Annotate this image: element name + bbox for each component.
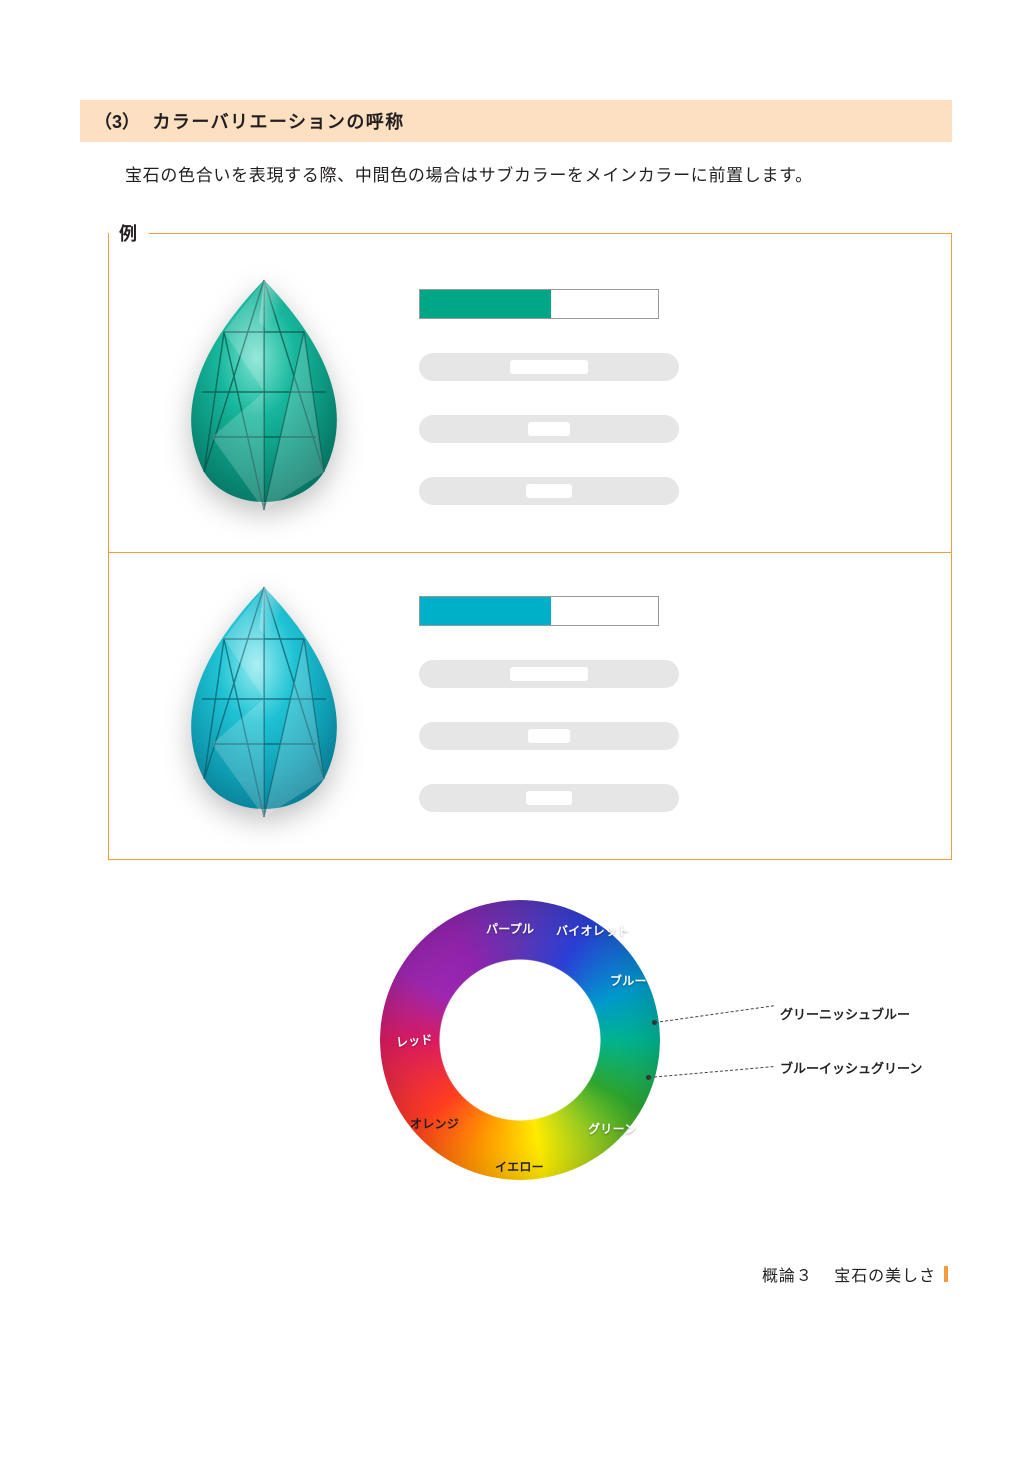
masked-label (419, 353, 679, 381)
swatch-primary (420, 597, 551, 625)
masked-label (419, 477, 679, 505)
section-heading: （3） カラーバリエーションの呼称 (80, 100, 952, 142)
page-footer: 概論３ 宝石の美しさ (762, 1262, 948, 1286)
callout-line (655, 1006, 774, 1024)
masked-label (419, 784, 679, 812)
swatch-primary (420, 290, 551, 318)
gem-image-bluish-green (149, 272, 379, 522)
example-row (109, 246, 951, 552)
section-title: カラーバリエーションの呼称 (152, 112, 404, 132)
intro-paragraph: 宝石の色合いを表現する際、中間色の場合はサブカラーをメインカラーに前置します。 (80, 160, 952, 192)
masked-label (419, 660, 679, 688)
callout-bluish-green: ブルーイッシュグリーン (780, 1058, 922, 1077)
example-legend: 例 (109, 220, 149, 246)
color-wheel-area: パープル バイオレット ブルー グリーン イエロー オレンジ レッド グリーニッ… (80, 900, 952, 1270)
footer-title: 宝石の美しさ (834, 1262, 936, 1286)
callout-greenish-blue: グリーニッシュブルー (780, 1004, 910, 1023)
info-column (419, 596, 911, 812)
footer-accent-icon (944, 1266, 948, 1282)
color-swatch-bar (419, 289, 659, 319)
masked-label (419, 722, 679, 750)
example-box: 例 (108, 220, 952, 860)
swatch-secondary (551, 597, 658, 625)
color-swatch-bar (419, 596, 659, 626)
callout-line (649, 1066, 774, 1078)
intro-text: 宝石の色合いを表現する際、中間色の場合はサブカラーをメインカラーに前置します。 (125, 166, 813, 185)
color-wheel-icon (380, 900, 660, 1180)
swatch-secondary (551, 290, 658, 318)
section-number: （3） (94, 112, 140, 132)
gem-image-greenish-blue (149, 579, 379, 829)
masked-label (419, 415, 679, 443)
footer-chapter: 概論３ (762, 1262, 813, 1286)
example-row (109, 552, 951, 859)
info-column (419, 289, 911, 505)
